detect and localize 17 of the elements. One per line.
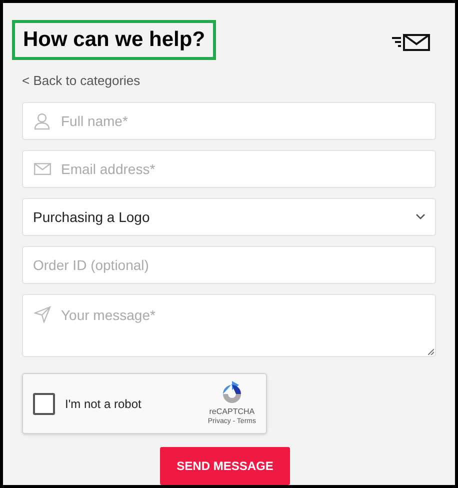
name-field[interactable]: Full name* [22, 102, 436, 140]
send-message-button[interactable]: SEND MESSAGE [160, 447, 290, 485]
chevron-down-icon [416, 214, 425, 220]
page-title: How can we help? [12, 20, 216, 60]
order-id-field[interactable]: Order ID (optional) [22, 246, 436, 284]
send-icon [34, 306, 51, 323]
person-icon [34, 112, 50, 130]
message-field[interactable]: Your message* [22, 294, 436, 357]
captcha-brand: reCAPTCHA [209, 407, 255, 417]
envelope-icon [34, 163, 51, 175]
category-select[interactable]: Purchasing a Logo [22, 198, 436, 236]
mail-icon [392, 33, 431, 51]
back-link[interactable]: < Back to categories [22, 70, 140, 90]
email-field[interactable]: Email address* [22, 150, 436, 188]
captcha-label: I'm not a robot [65, 396, 142, 412]
captcha-checkbox[interactable] [33, 392, 55, 414]
resize-handle-icon[interactable] [428, 349, 434, 355]
